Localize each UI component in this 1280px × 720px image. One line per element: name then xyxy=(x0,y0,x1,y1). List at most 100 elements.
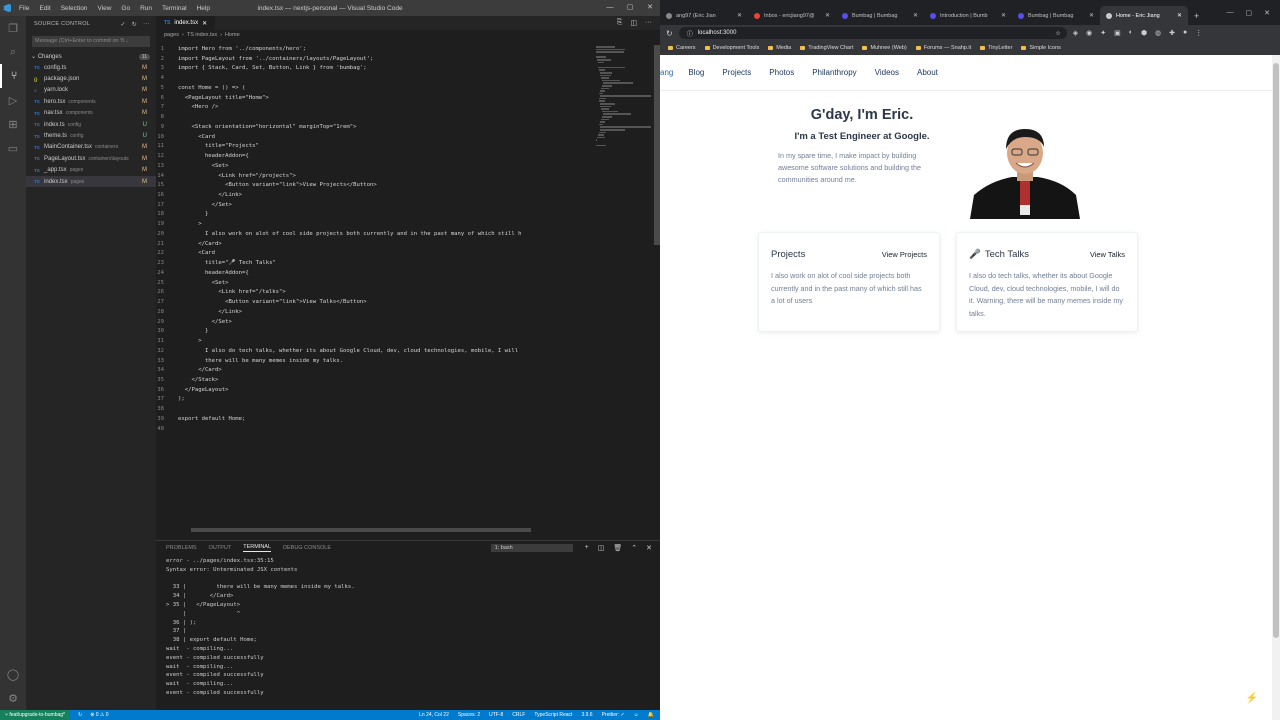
minimize-icon[interactable]: — xyxy=(600,0,620,16)
tab-close-icon[interactable]: ✕ xyxy=(202,20,207,27)
page-scrollbar[interactable] xyxy=(1272,55,1280,720)
encoding[interactable]: UTF-8 xyxy=(489,712,503,718)
changed-file-item[interactable]: TS index.ts config U xyxy=(26,119,156,130)
indentation[interactable]: Spaces: 2 xyxy=(458,712,480,718)
panel-tab-terminal[interactable]: TERMINAL xyxy=(243,544,272,552)
address-bar[interactable]: ⓘ localhost:3000 ☆ xyxy=(678,27,1067,39)
maximize-icon[interactable]: ▢ xyxy=(620,0,640,16)
nav-link-blog[interactable]: Blog xyxy=(679,68,713,77)
bookmark-star-icon[interactable]: ☆ xyxy=(1055,30,1060,37)
account-icon[interactable]: ◯ xyxy=(0,662,26,686)
browser-tab[interactable]: Introduction | Bumb ✕ xyxy=(924,6,1012,25)
nav-link-projects[interactable]: Projects xyxy=(713,68,760,77)
sync-icon[interactable]: ↻ xyxy=(78,712,82,718)
panel-tab-problems[interactable]: PROBLEMS xyxy=(166,545,197,551)
bookmark-item[interactable]: TradingView Chart xyxy=(800,45,853,51)
breadcrumb-item[interactable]: Home xyxy=(225,32,240,38)
maximize-icon[interactable]: ▢ xyxy=(1246,9,1253,17)
problems-status[interactable]: ⊗ 0 ⚠ 0 xyxy=(90,712,108,718)
extensions-puzzle-icon[interactable]: ✚ xyxy=(1169,29,1175,37)
changed-file-item[interactable]: TS index.tsx pages M xyxy=(26,175,156,188)
commit-check-icon[interactable]: ✓ xyxy=(120,21,125,28)
cursor-position[interactable]: Ln 24, Col 22 xyxy=(419,712,449,718)
split-terminal-icon[interactable]: ◫ xyxy=(598,544,605,552)
explorer-icon[interactable]: ❐ xyxy=(0,16,26,40)
run-debug-icon[interactable]: ▷ xyxy=(0,88,26,112)
menu-terminal[interactable]: Terminal xyxy=(157,5,192,12)
minimap[interactable] xyxy=(596,45,652,147)
menu-selection[interactable]: Selection xyxy=(56,5,93,12)
lightning-icon[interactable]: ⚡ xyxy=(1246,693,1258,704)
menu-run[interactable]: Run xyxy=(135,5,157,12)
close-panel-icon[interactable]: ✕ xyxy=(646,544,652,552)
changed-file-item[interactable]: ≡ yarn.lock M xyxy=(26,85,156,96)
nav-link-philanthropy[interactable]: Philanthropy xyxy=(803,68,865,77)
code-editor[interactable]: 1 import Hero from '../components/hero'; 2… xyxy=(156,45,596,434)
minimize-icon[interactable]: — xyxy=(1227,9,1234,17)
end-of-line[interactable]: CRLF xyxy=(512,712,525,718)
source-control-icon[interactable]: ⑂ xyxy=(0,64,26,88)
breadcrumb-item[interactable]: TS index.tsx xyxy=(187,32,217,38)
new-terminal-icon[interactable]: + xyxy=(585,544,589,552)
extension-icon[interactable]: ◐ xyxy=(1129,29,1133,37)
menu-go[interactable]: Go xyxy=(116,5,135,12)
language-mode[interactable]: TypeScript React xyxy=(534,712,572,718)
changed-file-item[interactable]: TS _app.tsx pages M xyxy=(26,165,156,176)
bookmark-item[interactable]: Careers xyxy=(668,45,696,51)
editor-horizontal-scrollbar[interactable] xyxy=(191,528,531,532)
kill-terminal-icon[interactable]: 🗑 xyxy=(613,544,622,552)
extension-icon[interactable]: ⬢ xyxy=(1141,29,1147,37)
tab-close-icon[interactable]: ✕ xyxy=(1089,12,1094,19)
feedback-icon[interactable]: ☺ xyxy=(634,712,639,718)
extension-icon[interactable]: ◈ xyxy=(1073,29,1078,37)
tab-close-icon[interactable]: ✕ xyxy=(737,12,742,19)
view-projects-button[interactable]: View Projects xyxy=(882,250,927,259)
menu-help[interactable]: Help xyxy=(192,5,215,12)
maximize-panel-icon[interactable]: ⌃ xyxy=(631,544,637,552)
panel-tab-output[interactable]: OUTPUT xyxy=(209,545,232,551)
reload-icon[interactable]: ↻ xyxy=(666,29,673,38)
nav-link-photos[interactable]: Photos xyxy=(760,68,803,77)
prettier-status[interactable]: Prettier: ✓ xyxy=(602,712,625,718)
bookmark-item[interactable]: TinyLetter xyxy=(980,45,1012,51)
menu-edit[interactable]: Edit xyxy=(34,5,55,12)
browser-tab[interactable]: Inbox - ericjiang97@ ✕ xyxy=(748,6,836,25)
terminal-output[interactable]: error - ../pages/index.tsx:35:15 Syntax e… xyxy=(156,555,660,709)
browser-tab[interactable]: ang97 (Eric Jian ✕ xyxy=(660,6,748,25)
panel-tab-debug-console[interactable]: DEBUG CONSOLE xyxy=(283,545,331,551)
bookmark-item[interactable]: Forums — Snahp.it xyxy=(915,45,971,51)
extension-icon[interactable]: ✦ xyxy=(1100,29,1106,37)
browser-menu-icon[interactable]: ⋮ xyxy=(1195,29,1202,37)
changed-file-item[interactable]: TS config.ts M xyxy=(26,62,156,73)
search-icon[interactable]: ⌕ xyxy=(0,40,26,64)
open-changes-icon[interactable]: ⎘ xyxy=(617,19,623,27)
remote-explorer-icon[interactable]: ▭ xyxy=(0,136,26,160)
tab-close-icon[interactable]: ✕ xyxy=(913,12,918,19)
menu-file[interactable]: File xyxy=(14,5,34,12)
extension-icon[interactable]: ◉ xyxy=(1086,29,1092,37)
ts-version[interactable]: 3.9.6 xyxy=(581,712,592,718)
bookmark-item[interactable]: Simple Icons xyxy=(1021,45,1061,51)
browser-tab[interactable]: Bumbag | Bumbag ✕ xyxy=(836,6,924,25)
changed-file-item[interactable]: TS MainContainer.tsx containers M xyxy=(26,142,156,153)
tab-close-icon[interactable]: ✕ xyxy=(825,12,830,19)
settings-gear-icon[interactable]: ⚙ xyxy=(0,686,26,710)
tab-close-icon[interactable]: ✕ xyxy=(1001,12,1006,19)
notifications-icon[interactable]: 🔔 xyxy=(648,712,654,718)
bookmark-item[interactable]: Development Tools xyxy=(704,45,759,51)
changes-group-header[interactable]: ⌄ Changes 11 xyxy=(26,51,156,62)
split-editor-icon[interactable]: ◫ xyxy=(630,19,637,27)
editor-tab-index[interactable]: TS index.tsx ✕ xyxy=(156,16,216,30)
info-icon[interactable]: ⓘ xyxy=(687,29,693,38)
site-brand[interactable]: ang xyxy=(660,68,679,77)
close-icon[interactable]: ✕ xyxy=(640,0,660,16)
changed-file-item[interactable]: TS nav.tsx components M xyxy=(26,108,156,119)
extension-icon[interactable]: ▣ xyxy=(1114,29,1121,37)
extensions-icon[interactable]: ⊞ xyxy=(0,112,26,136)
profile-avatar[interactable]: ● xyxy=(1183,29,1187,37)
changed-file-item[interactable]: TS PageLayout.tsx containers\layouts M xyxy=(26,153,156,164)
new-tab-icon[interactable]: + xyxy=(1188,11,1205,21)
bookmark-item[interactable]: Muhnee (Web) xyxy=(862,45,907,51)
browser-tab[interactable]: Bumbag | Bumbag ✕ xyxy=(1012,6,1100,25)
refresh-icon[interactable]: ↻ xyxy=(132,21,137,28)
